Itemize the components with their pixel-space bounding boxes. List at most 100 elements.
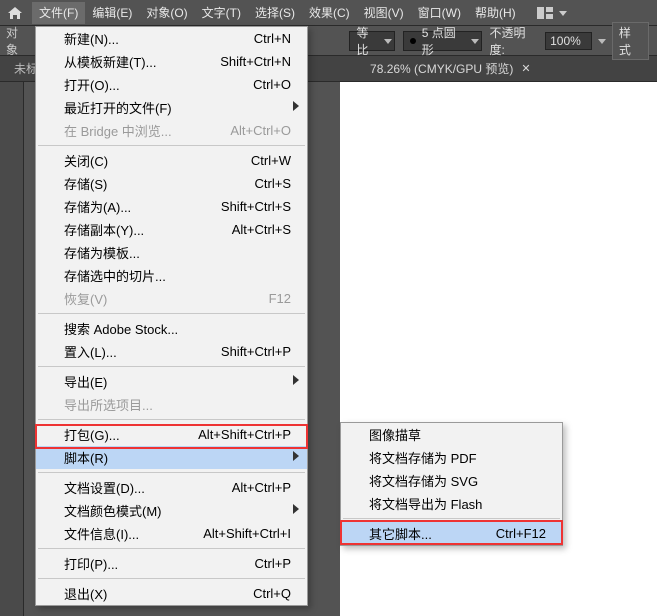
brush-value: 5 点圆形 xyxy=(422,24,467,58)
menu-item-label: 从模板新建(T)... xyxy=(64,52,156,71)
menu-item-shortcut: Alt+Ctrl+P xyxy=(202,480,291,495)
menu-item[interactable]: 存储为模板... xyxy=(36,241,307,264)
menu-item-shortcut: Alt+Ctrl+O xyxy=(200,123,291,138)
menu-item: 在 Bridge 中浏览...Alt+Ctrl+O xyxy=(36,119,307,142)
menu-item[interactable]: 文档颜色模式(M) xyxy=(36,499,307,522)
menu-item-label: 图像描草 xyxy=(369,425,421,444)
menu-item-label: 存储副本(Y)... xyxy=(64,220,144,239)
menu-item[interactable]: 将文档导出为 Flash xyxy=(341,492,562,515)
menu-item-label: 搜索 Adobe Stock... xyxy=(64,319,178,338)
menu-item[interactable]: 打印(P)... Ctrl+P xyxy=(36,552,307,575)
menu-item[interactable]: 存储为(A)... Shift+Ctrl+S xyxy=(36,195,307,218)
menu-视图(V)[interactable]: 视图(V) xyxy=(357,2,411,24)
menu-item-label: 恢复(V) xyxy=(64,289,107,308)
menu-item[interactable]: 脚本(R) xyxy=(36,446,307,469)
file-menu: 新建(N)... Ctrl+N 从模板新建(T)... Shift+Ctrl+N 打开(… xyxy=(35,26,308,606)
zoom-info: 78.26% (CMYK/GPU 预览) xyxy=(370,60,513,77)
menu-item-label: 文档设置(D)... xyxy=(64,478,145,497)
menu-item[interactable]: 存储选中的切片... xyxy=(36,264,307,287)
menu-item[interactable]: 关闭(C) Ctrl+W xyxy=(36,149,307,172)
style-button[interactable]: 样式 xyxy=(612,22,649,60)
menu-item[interactable]: 导出(E) xyxy=(36,370,307,393)
menu-item-label: 文档颜色模式(M) xyxy=(64,501,162,520)
menu-item-label: 打开(O)... xyxy=(64,75,120,94)
menu-item-shortcut: Ctrl+F12 xyxy=(466,526,546,541)
toolbar-label: 对象 xyxy=(6,24,29,58)
menu-item-shortcut: Ctrl+P xyxy=(225,556,291,571)
menu-item-label: 最近打开的文件(F) xyxy=(64,98,172,117)
menu-item-shortcut: Ctrl+N xyxy=(224,31,291,46)
brush-combo[interactable]: 5 点圆形 xyxy=(403,31,482,51)
menu-item[interactable]: 将文档存储为 PDF xyxy=(341,446,562,469)
menu-item[interactable]: 文件信息(I)... Alt+Shift+Ctrl+I xyxy=(36,522,307,545)
menu-item[interactable]: 置入(L)... Shift+Ctrl+P xyxy=(36,340,307,363)
menu-效果(C)[interactable]: 效果(C) xyxy=(302,2,357,24)
menu-文字(T)[interactable]: 文字(T) xyxy=(195,2,248,24)
menu-item[interactable]: 打开(O)... Ctrl+O xyxy=(36,73,307,96)
menu-item-label: 存储选中的切片... xyxy=(64,266,166,285)
menu-文件(F)[interactable]: 文件(F) xyxy=(32,2,85,24)
menu-item-label: 存储(S) xyxy=(64,174,107,193)
menu-item-label: 将文档存储为 SVG xyxy=(369,471,478,490)
caret-icon[interactable] xyxy=(598,37,606,45)
menu-item-label: 置入(L)... xyxy=(64,342,117,361)
script-submenu: 图像描草将文档存储为 PDF 将文档存储为 SVG 将文档导出为 Flash 其它脚本… xyxy=(340,422,563,546)
menu-item[interactable]: 打包(G)... Alt+Shift+Ctrl+P xyxy=(36,423,307,446)
menu-item[interactable]: 存储(S) Ctrl+S xyxy=(36,172,307,195)
opacity-label: 不透明度: xyxy=(490,24,540,58)
menu-item-label: 导出(E) xyxy=(64,372,107,391)
menu-item[interactable]: 最近打开的文件(F) xyxy=(36,96,307,119)
menu-编辑(E)[interactable]: 编辑(E) xyxy=(85,2,139,24)
menu-item[interactable]: 文档设置(D)... Alt+Ctrl+P xyxy=(36,476,307,499)
menu-选择(S)[interactable]: 选择(S) xyxy=(248,2,302,24)
menu-item[interactable]: 搜索 Adobe Stock... xyxy=(36,317,307,340)
menu-item[interactable]: 图像描草 xyxy=(341,423,562,446)
menu-item-shortcut: Ctrl+Q xyxy=(223,586,291,601)
chevron-right-icon xyxy=(293,504,299,514)
opacity-field[interactable]: 100% xyxy=(545,32,592,50)
menu-item[interactable]: 将文档存储为 SVG xyxy=(341,469,562,492)
menu-item-label: 关闭(C) xyxy=(64,151,108,170)
menu-item[interactable]: 存储副本(Y)... Alt+Ctrl+S xyxy=(36,218,307,241)
menu-item-label: 脚本(R) xyxy=(64,448,108,467)
caret-icon[interactable] xyxy=(559,9,567,17)
close-icon[interactable]: ✕ xyxy=(521,62,530,75)
menu-item: 恢复(V) F12 xyxy=(36,287,307,310)
doc-tab-info[interactable]: 78.26% (CMYK/GPU 预览) ✕ xyxy=(360,56,541,81)
menu-item[interactable]: 从模板新建(T)... Shift+Ctrl+N xyxy=(36,50,307,73)
menu-item[interactable]: 其它脚本... Ctrl+F12 xyxy=(341,522,562,545)
menu-item: 导出所选项目... xyxy=(36,393,307,416)
menu-item-shortcut: F12 xyxy=(239,291,291,306)
menu-item-shortcut: Ctrl+W xyxy=(221,153,291,168)
menu-item-label: 存储为模板... xyxy=(64,243,140,262)
compare-value: 等比 xyxy=(356,24,379,58)
menu-item-shortcut: Shift+Ctrl+P xyxy=(191,344,291,359)
menu-item[interactable]: 退出(X) Ctrl+Q xyxy=(36,582,307,605)
menu-item-label: 其它脚本... xyxy=(369,524,432,543)
menu-item-label: 文件信息(I)... xyxy=(64,524,139,543)
chevron-right-icon xyxy=(293,101,299,111)
menu-item-label: 打包(G)... xyxy=(64,425,120,444)
compare-combo[interactable]: 等比 xyxy=(349,31,394,51)
menu-item-shortcut: Alt+Shift+Ctrl+P xyxy=(168,427,291,442)
layout-icon[interactable] xyxy=(537,7,553,19)
chevron-right-icon xyxy=(293,451,299,461)
menu-item-shortcut: Shift+Ctrl+N xyxy=(190,54,291,69)
menu-item-label: 存储为(A)... xyxy=(64,197,131,216)
menu-item-shortcut: Ctrl+O xyxy=(223,77,291,92)
home-icon[interactable] xyxy=(6,4,24,22)
chevron-right-icon xyxy=(293,375,299,385)
menu-item-label: 将文档存储为 PDF xyxy=(369,448,477,467)
menu-item-shortcut: Shift+Ctrl+S xyxy=(191,199,291,214)
menu-item-label: 新建(N)... xyxy=(64,29,119,48)
menu-item-label: 打印(P)... xyxy=(64,554,118,573)
menu-item-shortcut: Alt+Shift+Ctrl+I xyxy=(173,526,291,541)
menu-item-label: 将文档导出为 Flash xyxy=(369,494,482,513)
ruler-vertical xyxy=(0,82,24,616)
menu-item-shortcut: Alt+Ctrl+S xyxy=(202,222,291,237)
menu-item-label: 退出(X) xyxy=(64,584,107,603)
menu-窗口(W)[interactable]: 窗口(W) xyxy=(411,2,468,24)
menu-item[interactable]: 新建(N)... Ctrl+N xyxy=(36,27,307,50)
menu-对象(O)[interactable]: 对象(O) xyxy=(139,2,194,24)
menu-item-shortcut: Ctrl+S xyxy=(225,176,291,191)
